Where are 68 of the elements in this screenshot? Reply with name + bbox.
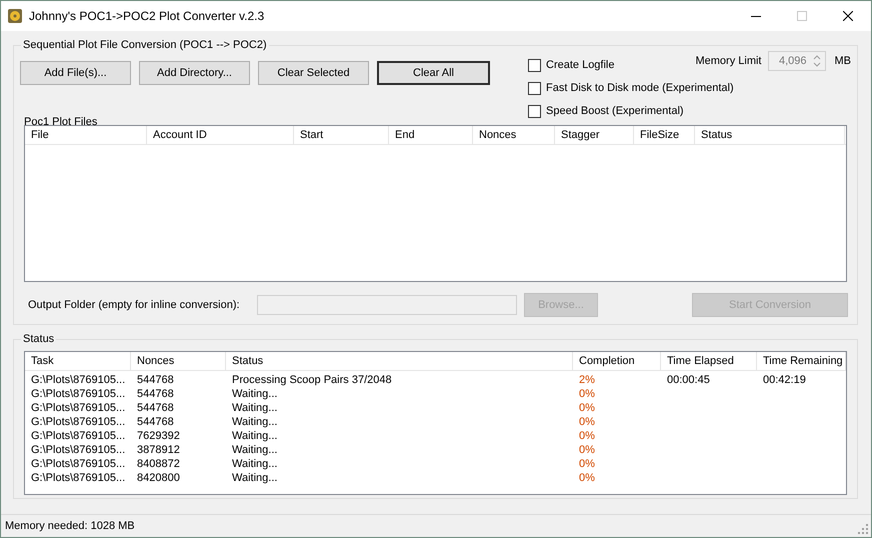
table-cell-text: Waiting... xyxy=(231,443,278,457)
table-cell-text: G:\Plots\8769105... xyxy=(30,471,126,485)
table-cell-text: G:\Plots\8769105... xyxy=(30,457,126,471)
table-cell-text: 544768 xyxy=(136,415,175,429)
table-cell-text: 0% xyxy=(578,401,596,415)
column-header[interactable]: Time Elapsed xyxy=(661,352,757,370)
toolbar-button[interactable]: Clear All xyxy=(377,61,490,85)
file-list[interactable]: File Account ID Start End Nonces Stagger FileSize Status xyxy=(24,125,847,282)
column-header[interactable]: Task xyxy=(25,352,131,370)
table-cell-text: G:\Plots\8769105... xyxy=(30,401,126,415)
column-header[interactable]: Account ID xyxy=(147,126,294,144)
checkbox-label: Speed Boost (Experimental) xyxy=(546,104,684,118)
table-cell-text: Waiting... xyxy=(231,471,278,485)
checkbox-label: Fast Disk to Disk mode (Experimental) xyxy=(546,81,734,95)
table-cell-text: 0% xyxy=(578,443,596,457)
table-cell-text: Processing Scoop Pairs 37/2048 xyxy=(231,373,393,387)
table-cell-text: G:\Plots\8769105... xyxy=(30,429,126,443)
column-header[interactable]: Start xyxy=(294,126,389,144)
column-header[interactable]: Completion xyxy=(573,352,661,370)
table-cell-text: G:\Plots\8769105... xyxy=(30,387,126,401)
column-header[interactable]: Nonces xyxy=(473,126,555,144)
unit-label: MB xyxy=(834,54,851,68)
status-text: Memory needed: 1028 MB xyxy=(5,519,135,533)
table-cell-text: 544768 xyxy=(136,401,175,415)
table-cell-text: G:\Plots\8769105... xyxy=(30,443,126,457)
table-cell-text: Waiting... xyxy=(231,429,278,443)
resize-grip-icon[interactable] xyxy=(858,524,868,534)
group-title: Sequential Plot File Conversion (POC1 --> POC2) xyxy=(21,38,269,52)
table-cell-text: 544768 xyxy=(136,373,175,387)
task-list[interactable] xyxy=(24,351,847,495)
toolbar-button[interactable]: Add File(s)... xyxy=(20,61,131,85)
table-cell-text: 0% xyxy=(578,471,596,485)
table-cell-text: 8408872 xyxy=(136,457,181,471)
column-header[interactable]: End xyxy=(389,126,473,144)
checkbox-label: Create Logfile xyxy=(546,58,614,72)
table-cell-text: 00:00:45 xyxy=(666,373,711,387)
table-cell-text: Waiting... xyxy=(231,401,278,415)
table-cell-text: Waiting... xyxy=(231,415,278,429)
checkbox[interactable] xyxy=(528,82,541,94)
toolbar-button[interactable]: Clear Selected xyxy=(258,61,369,85)
table-cell-text: 0% xyxy=(578,429,596,443)
column-header[interactable]: Time Remaining xyxy=(757,352,846,370)
column-header[interactable]: Status xyxy=(226,352,573,370)
field-label: Memory Limit xyxy=(695,54,762,68)
table-cell-text: 0% xyxy=(578,387,596,401)
toolbar-button[interactable]: Add Directory... xyxy=(139,61,250,85)
checkbox[interactable] xyxy=(528,104,541,118)
column-header[interactable]: Stagger xyxy=(555,126,634,144)
column-header[interactable]: FileSize xyxy=(634,126,695,144)
table-cell-text: 544768 xyxy=(136,387,175,401)
app-icon xyxy=(7,8,23,24)
table-cell-text: 0% xyxy=(578,457,596,471)
table-cell-text: G:\Plots\8769105... xyxy=(30,415,126,429)
window-title: Johnny's POC1->POC2 Plot Converter v.2.3 xyxy=(29,9,264,23)
column-header[interactable]: Status xyxy=(695,126,845,144)
field-label: Output Folder (empty for inline conversion): xyxy=(28,298,241,312)
table-cell-text: 0% xyxy=(578,415,596,429)
table-cell-text: Waiting... xyxy=(231,457,278,471)
table-cell-text: 8420800 xyxy=(136,471,181,485)
checkbox[interactable] xyxy=(528,58,541,72)
table-cell-text: Waiting... xyxy=(231,387,278,401)
table-cell-text: 00:42:19 xyxy=(762,373,807,387)
table-cell-text: 2% xyxy=(578,373,596,387)
table-cell-text: 3878912 xyxy=(136,443,181,457)
column-header[interactable]: File xyxy=(25,126,147,144)
column-header[interactable]: Nonces xyxy=(131,352,226,370)
table-cell-text: G:\Plots\8769105... xyxy=(30,373,126,387)
table-cell-text: 7629392 xyxy=(136,429,181,443)
